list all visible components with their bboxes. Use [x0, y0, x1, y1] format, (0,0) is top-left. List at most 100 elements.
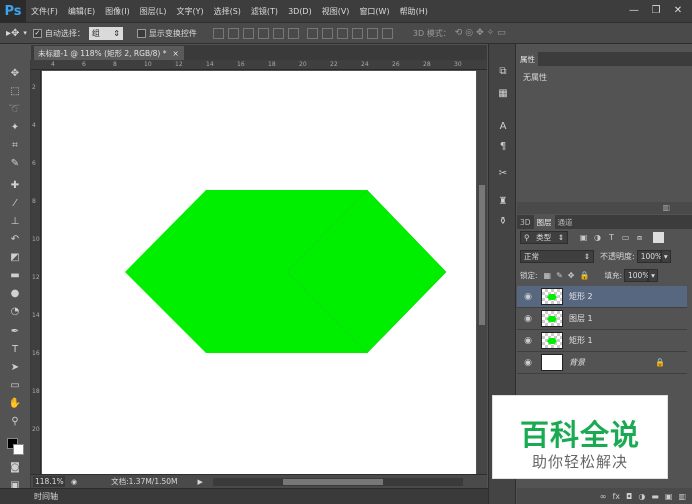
menu-layer[interactable]: 图层(L) — [135, 6, 172, 17]
character-icon[interactable]: A — [496, 119, 510, 133]
visibility-eye-icon[interactable]: ◉ — [521, 334, 535, 348]
layer-row-layer-1[interactable]: ◉ 图层 1 — [517, 308, 687, 330]
align-hcenter-icon[interactable] — [272, 27, 284, 39]
healing-brush-icon[interactable]: ✚ — [8, 178, 22, 192]
opacity-field[interactable]: 100% — [636, 249, 662, 263]
arrow-right-icon[interactable]: ▶ — [198, 478, 203, 486]
layer-row-background[interactable]: ◉ 背景 🔒 — [517, 352, 687, 374]
gradient-tool-icon[interactable]: ▬ — [8, 268, 22, 282]
fill-field[interactable]: 100% — [624, 268, 649, 282]
marquee-tool-icon[interactable]: ⬚ — [8, 84, 22, 98]
visibility-eye-icon[interactable]: ◉ — [521, 312, 535, 326]
type-tool-icon[interactable]: T — [8, 342, 22, 356]
menu-filter[interactable]: 滤镜(T) — [246, 6, 283, 17]
align-right-icon[interactable] — [287, 27, 299, 39]
tab-channels[interactable]: 通道 — [555, 215, 576, 229]
minimize-button[interactable]: — — [624, 3, 644, 18]
distribute-left-icon[interactable] — [351, 27, 363, 39]
filter-adjustment-icon[interactable]: ◑ — [592, 232, 603, 243]
eraser-tool-icon[interactable]: ◩ — [8, 250, 22, 264]
move-tool-icon[interactable]: ▸✥ — [6, 28, 19, 39]
new-layer-icon[interactable]: ▣ — [665, 492, 673, 501]
3d-mode-icons[interactable]: ⟲◎✥✧▭ — [455, 28, 509, 38]
show-transform-checkbox[interactable] — [136, 28, 146, 38]
distribute-right-icon[interactable] — [381, 27, 393, 39]
tab-layers[interactable]: 图层 — [533, 215, 555, 229]
menu-window[interactable]: 窗口(W) — [354, 6, 394, 17]
hand-tool-icon[interactable]: ✋ — [8, 396, 22, 410]
clone-source-icon[interactable]: ⚱ — [496, 214, 510, 228]
menu-select[interactable]: 选择(S) — [209, 6, 246, 17]
distribute-bottom-icon[interactable] — [336, 27, 348, 39]
align-vcenter-icon[interactable] — [227, 27, 239, 39]
zoom-field[interactable]: 118.1% — [33, 476, 65, 487]
scrollbar-thumb[interactable] — [479, 185, 485, 325]
filter-shape-icon[interactable]: ▭ — [620, 232, 631, 243]
distribute-top-icon[interactable] — [306, 27, 318, 39]
restore-button[interactable]: ❐ — [646, 3, 666, 18]
zoom-tool-icon[interactable]: ⚲ — [8, 414, 22, 428]
history-icon[interactable]: ⧉ — [496, 64, 510, 78]
chevron-down-icon[interactable]: ▾ — [660, 249, 671, 263]
visibility-eye-icon[interactable]: ◉ — [521, 290, 535, 304]
pen-tool-icon[interactable]: ✒ — [8, 324, 22, 338]
chevron-down-icon[interactable]: ▾ — [648, 268, 658, 282]
path-select-icon[interactable]: ➤ — [8, 360, 22, 374]
scrollbar-thumb[interactable] — [282, 478, 383, 485]
trash-icon[interactable]: ▥ — [678, 492, 686, 501]
info-icon[interactable]: ◉ — [71, 478, 77, 486]
distribute-hcenter-icon[interactable] — [366, 27, 378, 39]
document-canvas[interactable] — [42, 71, 476, 474]
blend-mode-dropdown[interactable]: 正常 ⇕ — [520, 249, 594, 263]
trash-icon[interactable]: ▥ — [662, 203, 670, 212]
visibility-eye-icon[interactable]: ◉ — [521, 356, 535, 370]
menu-file[interactable]: 文件(F) — [26, 6, 63, 17]
tab-properties[interactable]: 属性 — [517, 52, 538, 66]
tool-presets-icon[interactable]: ✂ — [496, 166, 510, 180]
eyedropper-tool-icon[interactable]: ✎ — [8, 156, 22, 170]
menu-type[interactable]: 文字(Y) — [171, 6, 208, 17]
background-color-swatch[interactable] — [13, 444, 24, 455]
link-icon[interactable]: ∞ — [600, 492, 607, 501]
blur-tool-icon[interactable]: ● — [8, 286, 22, 300]
menu-image[interactable]: 图像(I) — [100, 6, 135, 17]
menu-3d[interactable]: 3D(D) — [283, 7, 317, 16]
layer-row-rectangle-2[interactable]: ◉ 矩形 2 — [517, 286, 687, 308]
lock-icons[interactable]: ▦✎✥🔒 — [544, 271, 595, 280]
group-icon[interactable]: ▬ — [651, 492, 659, 501]
stamp-tool-icon[interactable]: ⊥ — [8, 214, 22, 228]
close-icon[interactable]: × — [172, 49, 178, 58]
menu-view[interactable]: 视图(V) — [317, 6, 355, 17]
lasso-tool-icon[interactable]: ➰ — [8, 102, 22, 116]
magic-wand-icon[interactable]: ✦ — [8, 120, 22, 134]
align-left-icon[interactable] — [257, 27, 269, 39]
tab-3d[interactable]: 3D — [517, 215, 534, 229]
menu-help[interactable]: 帮助(H) — [395, 6, 433, 17]
actions-icon[interactable]: ▦ — [496, 86, 510, 100]
filter-smart-icon[interactable]: ⧈ — [634, 232, 645, 243]
mask-icon[interactable]: ◘ — [626, 492, 632, 501]
brush-presets-icon[interactable]: ♜ — [496, 194, 510, 208]
fx-icon[interactable]: fx — [612, 492, 620, 501]
filter-kind-dropdown[interactable]: ⚲ 类型 ⇕ — [520, 231, 568, 244]
brush-tool-icon[interactable]: ⁄ — [8, 196, 22, 210]
close-button[interactable]: ✕ — [668, 3, 688, 18]
chevron-down-icon[interactable]: ▾ — [23, 29, 27, 37]
quick-mask-icon[interactable]: ◙ — [8, 460, 22, 474]
adjustment-icon[interactable]: ◑ — [638, 492, 645, 501]
menu-edit[interactable]: 编辑(E) — [63, 6, 100, 17]
paragraph-icon[interactable]: ¶ — [496, 139, 510, 153]
timeline-label[interactable]: 时间轴 — [34, 491, 58, 502]
crop-tool-icon[interactable]: ⌗ — [8, 138, 22, 152]
distribute-vcenter-icon[interactable] — [321, 27, 333, 39]
align-top-icon[interactable] — [212, 27, 224, 39]
filter-toggle[interactable] — [653, 232, 664, 243]
history-brush-icon[interactable]: ↶ — [8, 232, 22, 246]
move-tool-icon[interactable]: ✥ — [8, 66, 22, 80]
align-bottom-icon[interactable] — [242, 27, 254, 39]
filter-type-icon[interactable]: T — [606, 232, 617, 243]
dodge-tool-icon[interactable]: ◔ — [8, 304, 22, 318]
layer-row-rectangle-1[interactable]: ◉ 矩形 1 — [517, 330, 687, 352]
document-tab[interactable]: 未标题-1 @ 118% (矩形 2, RGB/8) * × — [34, 46, 184, 60]
auto-select-dropdown[interactable]: 组 ⇕ — [88, 26, 123, 40]
